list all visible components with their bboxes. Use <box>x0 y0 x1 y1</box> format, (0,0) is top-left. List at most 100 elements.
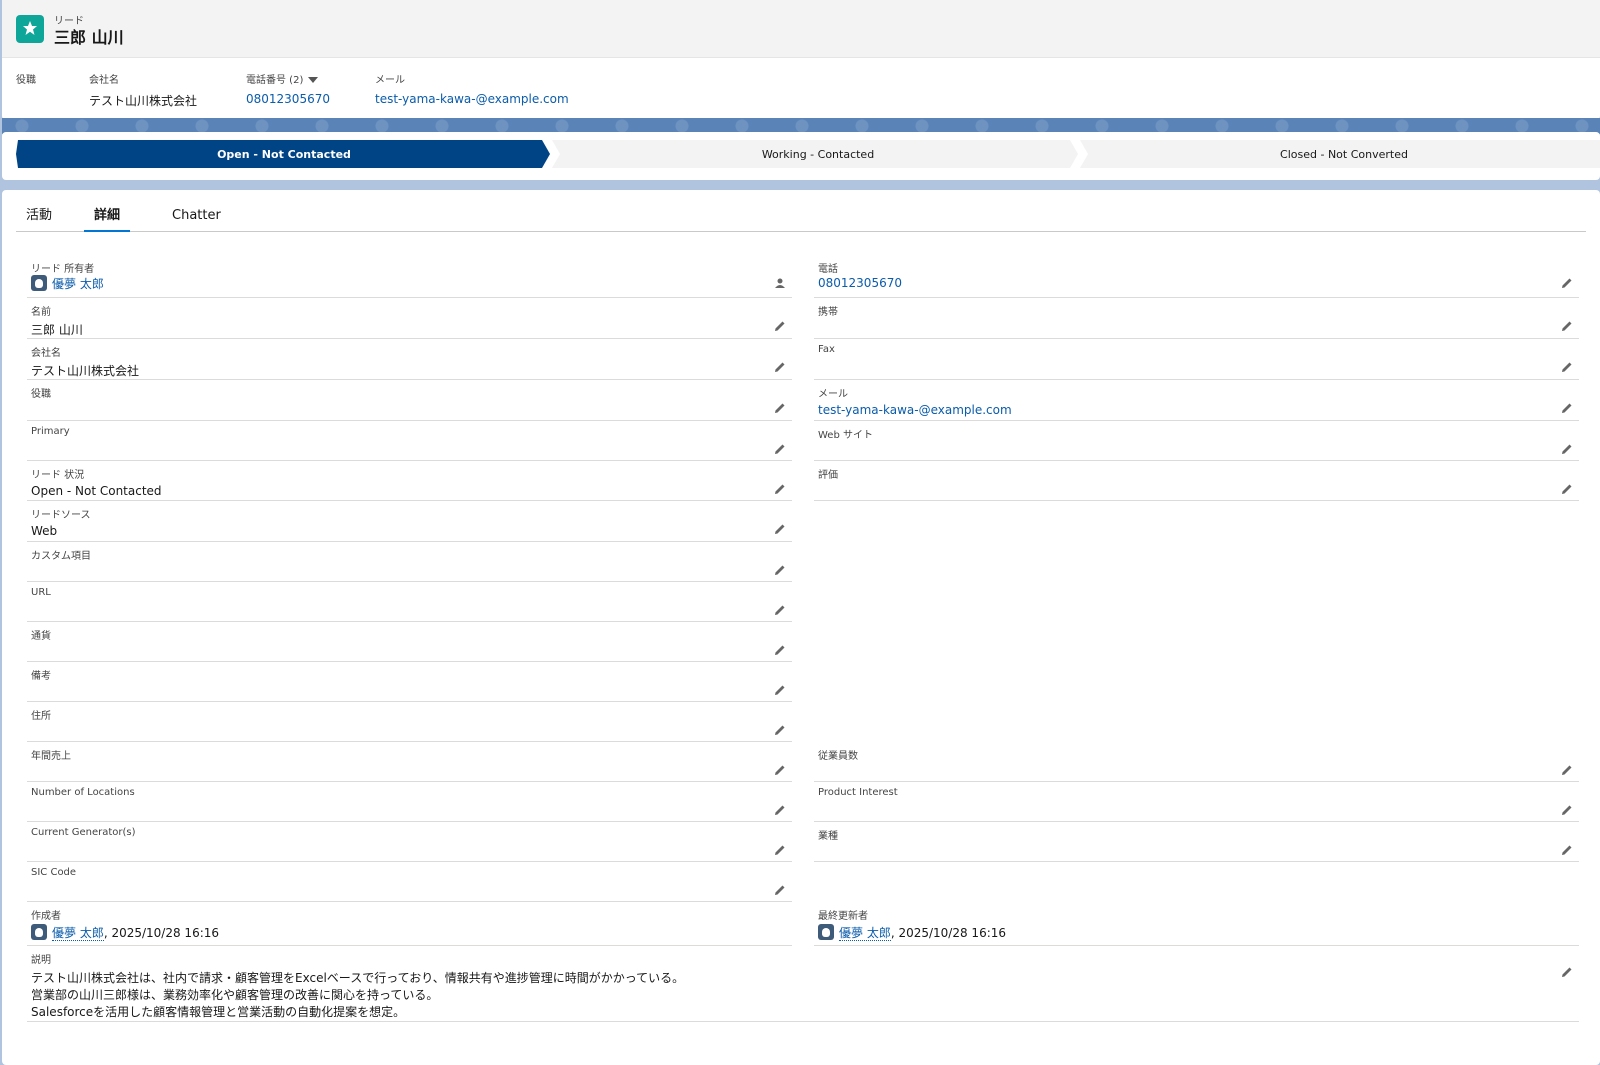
field-primary: Primary <box>27 421 792 461</box>
field-mobile: 携帯 <box>814 298 1579 339</box>
pencil-icon[interactable] <box>774 844 786 856</box>
phone-value-link[interactable]: 08012305670 <box>818 276 902 290</box>
pencil-icon[interactable] <box>774 884 786 896</box>
field-generators: Current Generator(s) <box>27 822 792 862</box>
email-link[interactable]: test-yama-kawa-@example.com <box>375 92 569 106</box>
phone-dropdown[interactable]: 電話番号 (2) <box>246 71 330 86</box>
pencil-icon[interactable] <box>774 443 786 455</box>
field-label: SIC Code <box>31 867 77 878</box>
pencil-icon[interactable] <box>774 523 786 535</box>
record-header: リード 三郎 山川 役職 会社名 テスト山川株式会社 電話番号 (2) 0801… <box>2 0 1600 120</box>
highlight-label: 会社名 <box>89 75 119 86</box>
field-label: 説明 <box>31 955 51 966</box>
tab-activity[interactable]: 活動 <box>16 206 62 232</box>
description-line: Salesforceを活用した顧客情報管理と営業活動の自動化提案を想定。 <box>31 1005 406 1019</box>
field-url: URL <box>27 582 792 622</box>
path-stage-open[interactable]: Open - Not Contacted <box>18 140 550 168</box>
field-locations: Number of Locations <box>27 782 792 822</box>
field-employees: 従業員数 <box>814 742 1579 782</box>
field-label: 携帯 <box>818 307 838 318</box>
detail-card: 活動 詳細 Chatter リード 所有者 優夢 太郎 名前 三郎 山川 会社名… <box>2 190 1600 1065</box>
pencil-icon[interactable] <box>1561 443 1573 455</box>
owner-value: 優夢 太郎 <box>31 275 104 292</box>
pencil-icon[interactable] <box>774 724 786 736</box>
lead-status-path: Open - Not Contacted Working - Contacted… <box>2 132 1600 180</box>
pencil-icon[interactable] <box>1561 402 1573 414</box>
pencil-icon[interactable] <box>774 483 786 495</box>
field-name: 名前 三郎 山川 <box>27 298 792 339</box>
field-lead-owner: リード 所有者 優夢 太郎 <box>27 255 792 298</box>
field-label: Fax <box>818 344 835 355</box>
field-label: 最終更新者 <box>818 911 868 922</box>
avatar <box>818 924 834 940</box>
header-title-bar: リード 三郎 山川 <box>2 0 1600 58</box>
tab-bar: 活動 詳細 Chatter <box>16 206 1586 232</box>
field-label: リード 所有者 <box>31 264 95 275</box>
created-by-value: 優夢 太郎, 2025/10/28 16:16 <box>31 924 219 941</box>
record-name: 三郎 山川 <box>54 28 124 47</box>
highlight-phone: 電話番号 (2) 08012305670 <box>246 71 330 106</box>
highlight-title: 役職 <box>16 71 36 92</box>
field-lead-status: リード 状況 Open - Not Contacted <box>27 461 792 501</box>
chevron-down-icon[interactable] <box>308 77 319 83</box>
field-label: Number of Locations <box>31 787 135 798</box>
path-stage-working[interactable]: Working - Contacted <box>558 140 1078 168</box>
pencil-icon[interactable] <box>774 604 786 616</box>
pencil-icon[interactable] <box>774 361 786 373</box>
highlight-label: 役職 <box>16 75 36 86</box>
owner-link[interactable]: 優夢 太郎 <box>52 277 104 291</box>
field-website: Web サイト <box>814 421 1579 461</box>
field-label: メール <box>818 389 848 400</box>
pencil-icon[interactable] <box>774 804 786 816</box>
pencil-icon[interactable] <box>774 684 786 696</box>
description-line: 営業部の山川三郎様は、業務効率化や顧客管理の改善に関心を持っている。 <box>31 988 439 1002</box>
field-fax: Fax <box>814 339 1579 380</box>
field-custom: カスタム項目 <box>27 542 792 582</box>
field-label: Web サイト <box>818 430 873 441</box>
field-label: 作成者 <box>31 911 61 922</box>
pencil-icon[interactable] <box>1561 361 1573 373</box>
field-sic-code: SIC Code <box>27 862 792 902</box>
field-description: 説明 テスト山川株式会社は、社内で請求・顧客管理をExcelベースで行っており、… <box>27 946 1579 1022</box>
description-value: テスト山川株式会社は、社内で請求・顧客管理をExcelベースで行っており、情報共… <box>31 970 684 1021</box>
field-notes: 備考 <box>27 662 792 702</box>
modified-by-value: 優夢 太郎, 2025/10/28 16:16 <box>818 924 1006 941</box>
created-date: , 2025/10/28 16:16 <box>103 926 220 940</box>
field-label: 電話 <box>818 264 838 275</box>
pencil-icon[interactable] <box>774 402 786 414</box>
pencil-icon[interactable] <box>1561 764 1573 776</box>
pencil-icon[interactable] <box>774 320 786 332</box>
change-owner-icon[interactable] <box>774 277 786 289</box>
field-address: 住所 <box>27 702 792 742</box>
tab-chatter[interactable]: Chatter <box>162 206 231 232</box>
pencil-icon[interactable] <box>1561 966 1573 978</box>
field-value: テスト山川株式会社 <box>31 364 140 378</box>
pencil-icon[interactable] <box>1561 804 1573 816</box>
pencil-icon[interactable] <box>774 644 786 656</box>
field-phone: 電話 08012305670 <box>814 255 1579 298</box>
phone-link[interactable]: 08012305670 <box>246 92 330 106</box>
path-stage-closed[interactable]: Closed - Not Converted <box>1088 140 1600 168</box>
modified-by-user-link[interactable]: 優夢 太郎 <box>839 926 891 941</box>
field-label: 備考 <box>31 671 51 682</box>
pencil-icon[interactable] <box>1561 483 1573 495</box>
field-last-modified-by: 最終更新者 優夢 太郎, 2025/10/28 16:16 <box>814 902 1579 946</box>
created-by-user-link[interactable]: 優夢 太郎 <box>52 926 104 941</box>
email-value-link[interactable]: test-yama-kawa-@example.com <box>818 403 1012 417</box>
field-label: 業種 <box>818 831 838 842</box>
field-lead-source: リードソース Web <box>27 501 792 542</box>
field-created-by: 作成者 優夢 太郎, 2025/10/28 16:16 <box>27 902 792 946</box>
tab-details[interactable]: 詳細 <box>84 206 131 232</box>
field-company: 会社名 テスト山川株式会社 <box>27 339 792 380</box>
field-email: メール test-yama-kawa-@example.com <box>814 380 1579 421</box>
pencil-icon[interactable] <box>1561 320 1573 332</box>
field-label: 会社名 <box>31 348 61 359</box>
pencil-icon[interactable] <box>1561 277 1573 289</box>
field-title: 役職 <box>27 380 792 421</box>
field-label: 従業員数 <box>818 751 858 762</box>
pencil-icon[interactable] <box>774 564 786 576</box>
field-label: リード 状況 <box>31 470 85 481</box>
pencil-icon[interactable] <box>774 764 786 776</box>
field-label: 年間売上 <box>31 751 71 762</box>
pencil-icon[interactable] <box>1561 844 1573 856</box>
